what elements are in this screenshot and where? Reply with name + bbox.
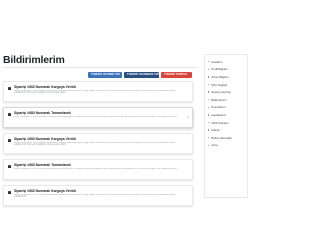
notification-card[interactable]: Siparişi #683 Numaralı Kargoya Verildi S… (3, 81, 193, 102)
account-sidebar: Hesabım Profil Bilgileri Adres Bilgileri… (204, 54, 248, 198)
bell-icon (8, 87, 11, 90)
sidebar-item-label: Çıkış (211, 143, 218, 148)
notification-card[interactable]: Siparişi #683 Numaralı Tamamlandı Sayın … (3, 159, 193, 180)
sidebar-item-coupons[interactable]: Kuponlarım (208, 104, 244, 112)
notification-body: Sayın müşterimiz, 683 numaralı siparişin… (14, 141, 176, 147)
sidebar-item-orders[interactable]: Sipariş Geçmişi (208, 88, 244, 96)
bullet-icon (208, 114, 210, 116)
sidebar-item-label: Profil Bilgileri (211, 67, 228, 72)
sidebar-item-label: Sipariş Geçmişi (211, 90, 231, 95)
notification-title: Siparişi #683 Numaralı Tamamlandı (14, 163, 71, 167)
delete-all-button[interactable]: TÜMÜNÜ TEMİZLE (161, 72, 192, 78)
chevron-right-icon: › (187, 114, 189, 119)
sidebar-item-label: Bildirimlerim (211, 97, 227, 102)
sidebar-item-label: Kuponlarım (211, 105, 226, 110)
notification-list: Siparişi #683 Numaralı Kargoya Verildi S… (3, 81, 193, 211)
notification-body: Sayın müşterimiz, 683 numaralı siparişin… (14, 167, 178, 170)
bullet-icon (208, 61, 210, 63)
sidebar-item-logout[interactable]: Çıkış (208, 142, 244, 150)
bullet-icon (208, 137, 210, 139)
sidebar-item-label: Hesabım (211, 59, 223, 64)
bell-icon (8, 113, 11, 116)
sidebar-item-label: Havalelerim (211, 112, 227, 117)
bullet-icon (208, 129, 210, 131)
sidebar-item-notifications[interactable]: Bildirimlerim (208, 96, 244, 104)
sidebar-item-account[interactable]: Hesabım (208, 58, 244, 66)
sidebar-item-label: Ödül Puanları (211, 120, 229, 125)
bullet-icon (208, 76, 210, 78)
notification-card[interactable]: Siparişi #683 Numaralı Kargoya Verildi S… (3, 185, 193, 206)
notification-title: Siparişi #683 Numaralı Kargoya Verildi (14, 137, 76, 141)
sidebar-item-transfers[interactable]: Havalelerim (208, 111, 244, 119)
notification-body: Sayın müşterimiz, 683 numaralı siparişin… (14, 115, 178, 118)
sidebar-item-label: Şifre Değiştir (211, 82, 228, 87)
sidebar-item-label: Bülten Aboneliği (211, 135, 232, 140)
bullet-icon (208, 106, 210, 109)
sidebar-item-reward-points[interactable]: Ödül Puanları (208, 119, 244, 127)
notification-title: Siparişi #683 Numaralı Kargoya Verildi (14, 85, 76, 89)
mark-all-unread-button[interactable]: TÜMÜNÜ OKUNMADI YAP (124, 72, 159, 78)
bullet-icon (208, 121, 210, 124)
notification-actions: TÜMÜNÜ OKUNDU YAP TÜMÜNÜ OKUNMADI YAP TÜ… (88, 72, 192, 78)
sidebar-item-label: İadeler (211, 128, 220, 133)
sidebar-item-password[interactable]: Şifre Değiştir (208, 81, 244, 89)
bullet-icon (208, 144, 210, 147)
bullet-icon (208, 83, 210, 86)
notification-card[interactable]: Siparişi #683 Numaralı Kargoya Verildi S… (3, 133, 193, 154)
bullet-icon (208, 99, 210, 101)
sidebar-item-addresses[interactable]: Adres Bilgileri (208, 73, 244, 81)
sidebar-item-profile[interactable]: Profil Bilgileri (208, 66, 244, 74)
bell-icon (8, 191, 11, 194)
bullet-icon (208, 68, 210, 71)
notification-card[interactable]: Siparişi #683 Numaralı Tamamlandı Sayın … (3, 107, 193, 128)
bell-icon (8, 165, 11, 168)
sidebar-item-newsletter[interactable]: Bülten Aboneliği (208, 134, 244, 142)
mark-all-read-button[interactable]: TÜMÜNÜ OKUNDU YAP (88, 72, 122, 78)
notification-title: Siparişi #683 Numaralı Kargoya Verildi (14, 189, 76, 193)
bell-icon (8, 139, 11, 142)
sidebar-item-returns[interactable]: İadeler (208, 126, 244, 134)
bullet-icon (208, 91, 210, 93)
notification-body: Sayın müşterimiz, 683 numaralı siparişin… (14, 193, 176, 199)
sidebar-item-label: Adres Bilgileri (211, 74, 229, 79)
title-divider (3, 67, 197, 68)
page-title: Bildirimlerim (3, 54, 65, 66)
notification-body: Sayın müşterimiz, 683 numaralı siparişin… (14, 89, 176, 95)
notification-title: Siparişi #683 Numaralı Tamamlandı (14, 111, 71, 115)
